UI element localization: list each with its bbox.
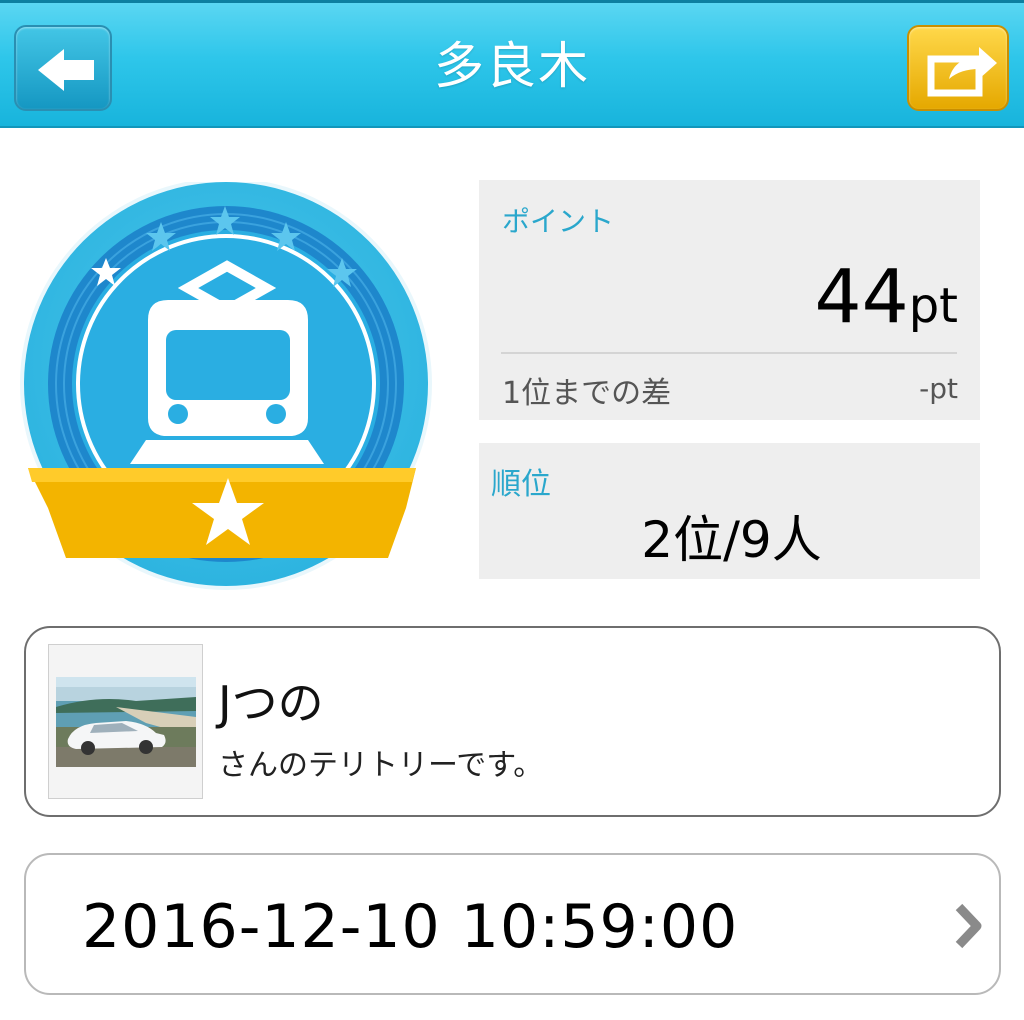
owner-description: さんのテリトリーです。: [218, 748, 544, 783]
points-number: 44: [814, 254, 909, 340]
diff-to-first-value: -pt: [919, 372, 958, 405]
territory-owner-card[interactable]: Jつの さんのテリトリーです。: [24, 626, 1001, 817]
points-panel: ポイント 44pt 1位までの差 -pt: [479, 180, 980, 420]
arrow-left-icon: [38, 49, 94, 91]
rank-value: 2位/9人: [641, 511, 822, 569]
avatar: [48, 644, 203, 799]
points-value: 44pt: [815, 252, 958, 351]
avatar-photo: [56, 677, 196, 767]
train-badge-icon: [20, 178, 432, 590]
share-icon: [927, 47, 997, 97]
points-label: ポイント: [502, 205, 615, 238]
station-badge: [18, 178, 436, 594]
page-title: 多良木: [434, 37, 590, 95]
divider: [501, 352, 957, 354]
chevron-right-icon: [955, 903, 982, 949]
diff-to-first-label: 1位までの差: [502, 376, 672, 411]
rank-label: 順位: [491, 467, 551, 502]
owner-name: Jつの: [218, 676, 324, 730]
share-button[interactable]: [907, 25, 1009, 111]
back-button[interactable]: [14, 25, 112, 111]
checkin-datetime-row[interactable]: 2016-12-10 10:59:00: [24, 853, 1001, 995]
header-bar: 多良木: [0, 0, 1024, 128]
checkin-datetime: 2016-12-10 10:59:00: [82, 892, 739, 962]
points-unit: pt: [908, 278, 958, 334]
rank-panel: 順位 2位/9人: [479, 443, 980, 579]
